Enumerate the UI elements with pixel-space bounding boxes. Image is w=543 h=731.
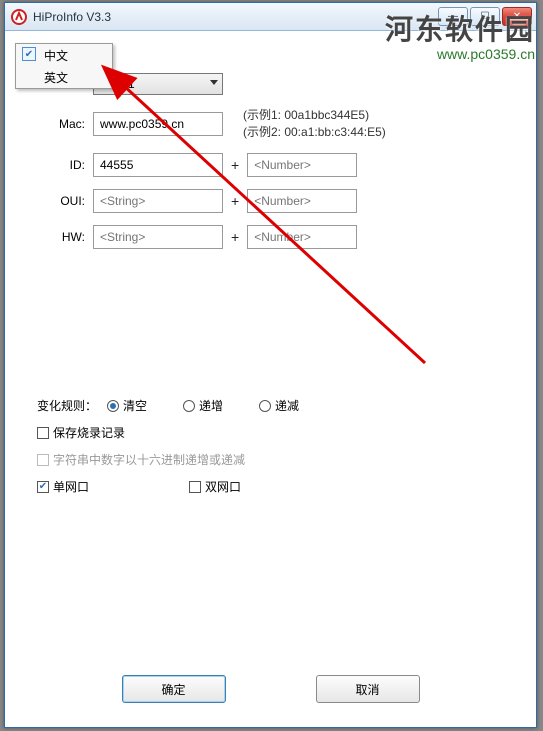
hw-input[interactable] (93, 225, 223, 249)
check-single-port-label: 单网口 (53, 478, 89, 495)
rule-radio-increase-label: 递增 (199, 397, 223, 414)
language-menu-item-en-label: 英文 (44, 69, 68, 86)
check-save-record-label: 保存烧录记录 (53, 424, 125, 441)
hw-plus: + (231, 229, 239, 245)
id-input[interactable] (93, 153, 223, 177)
language-menu-item-en[interactable]: 英文 (16, 66, 112, 88)
app-window: HiProInfo V3.3 — ☐ ✕ COM1 Mac: (示例1: 00a… (4, 2, 537, 728)
mac-hint-2: (示例2: 00:a1:bb:c3:44:E5) (243, 124, 386, 141)
language-menu: ✔ 中文 英文 (15, 43, 113, 89)
mac-hint: (示例1: 00a1bbc344E5) (示例2: 00:a1:bb:c3:44… (243, 107, 386, 141)
cancel-button[interactable]: 取消 (316, 675, 420, 703)
window-title: HiProInfo V3.3 (33, 10, 438, 24)
oui-label: OUI: (13, 194, 93, 208)
titlebar: HiProInfo V3.3 — ☐ ✕ (5, 3, 536, 31)
ok-button[interactable]: 确定 (122, 675, 226, 703)
check-single-port[interactable]: ✔ 单网口 (37, 478, 89, 495)
check-dual-port[interactable]: 双网口 (189, 478, 241, 495)
radio-icon (107, 400, 119, 412)
mac-label: Mac: (13, 117, 93, 131)
rule-radio-increase[interactable]: 递增 (183, 397, 223, 414)
minimize-button[interactable]: — (438, 7, 468, 26)
rule-radio-decrease[interactable]: 递减 (259, 397, 299, 414)
checkbox-icon (37, 454, 49, 466)
app-icon (11, 9, 27, 25)
mac-hint-1: (示例1: 00a1bbc344E5) (243, 107, 386, 124)
check-icon: ✔ (22, 47, 36, 61)
hw-label: HW: (13, 230, 93, 244)
checkbox-icon (189, 481, 201, 493)
rule-radio-clear-label: 清空 (123, 397, 147, 414)
check-hex-incdec-label: 字符串中数字以十六进制递增或递减 (53, 451, 245, 468)
checkbox-icon (37, 427, 49, 439)
ok-button-label: 确定 (161, 681, 185, 698)
button-bar: 确定 取消 (13, 675, 528, 703)
oui-number-input[interactable] (247, 189, 357, 213)
cancel-button-label: 取消 (355, 681, 379, 698)
chevron-down-icon (210, 80, 218, 85)
check-hex-incdec: 字符串中数字以十六进制递增或递减 (37, 451, 245, 468)
rules-label: 变化规则： (37, 397, 107, 414)
rule-radio-clear[interactable]: 清空 (107, 397, 147, 414)
id-label: ID: (13, 158, 93, 172)
language-menu-item-cn-label: 中文 (44, 47, 68, 64)
rules-section: 变化规则： 清空 递增 递减 保存烧录记录 (37, 397, 508, 505)
mac-input[interactable] (93, 112, 223, 136)
maximize-button[interactable]: ☐ (470, 7, 500, 26)
hw-number-input[interactable] (247, 225, 357, 249)
oui-plus: + (231, 193, 239, 209)
language-menu-item-cn[interactable]: ✔ 中文 (16, 44, 112, 66)
radio-icon (259, 400, 271, 412)
close-button[interactable]: ✕ (502, 7, 532, 26)
oui-input[interactable] (93, 189, 223, 213)
check-save-record[interactable]: 保存烧录记录 (37, 424, 125, 441)
checkbox-icon: ✔ (37, 481, 49, 493)
rule-radio-decrease-label: 递减 (275, 397, 299, 414)
radio-icon (183, 400, 195, 412)
id-number-input[interactable] (247, 153, 357, 177)
check-dual-port-label: 双网口 (205, 478, 241, 495)
id-plus: + (231, 157, 239, 173)
content-area: COM1 Mac: (示例1: 00a1bbc344E5) (示例2: 00:a… (13, 39, 528, 719)
